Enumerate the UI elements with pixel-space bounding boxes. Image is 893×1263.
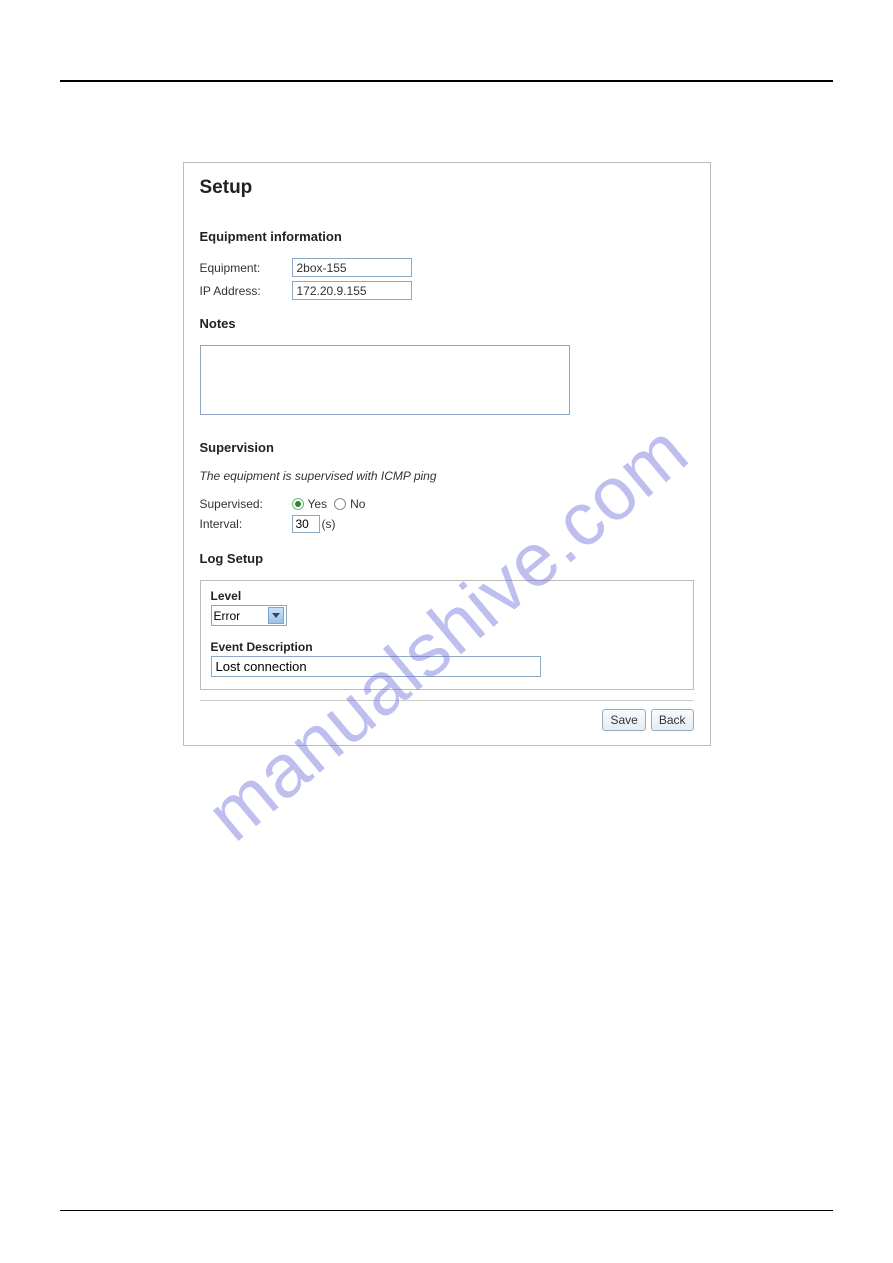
- chevron-down-icon: [268, 607, 284, 624]
- interval-input[interactable]: [292, 515, 320, 533]
- back-button[interactable]: Back: [651, 709, 694, 731]
- ip-input[interactable]: [292, 281, 412, 300]
- page-bottom-rule: [60, 1210, 833, 1211]
- level-label: Level: [211, 589, 683, 603]
- radio-yes[interactable]: [292, 498, 304, 510]
- equipment-label: Equipment:: [200, 261, 292, 275]
- notes-heading: Notes: [200, 316, 694, 331]
- ip-label: IP Address:: [200, 284, 292, 298]
- interval-unit: (s): [322, 517, 336, 531]
- radio-no-label: No: [350, 497, 365, 511]
- event-label: Event Description: [211, 640, 683, 654]
- supervised-row: Supervised: Yes No: [200, 497, 694, 511]
- log-heading: Log Setup: [200, 551, 694, 566]
- supervision-message: The equipment is supervised with ICMP pi…: [200, 469, 694, 483]
- supervised-label: Supervised:: [200, 497, 292, 511]
- level-select-value: Error: [214, 609, 241, 623]
- button-row: Save Back: [200, 709, 694, 731]
- radio-yes-label: Yes: [308, 497, 328, 511]
- page-top-rule: [60, 80, 833, 82]
- radio-no[interactable]: [334, 498, 346, 510]
- setup-panel: Setup Equipment information Equipment: I…: [183, 162, 711, 746]
- panel-divider: [200, 700, 694, 701]
- notes-textarea[interactable]: [200, 345, 570, 415]
- equipment-input[interactable]: [292, 258, 412, 277]
- supervision-heading: Supervision: [200, 440, 694, 455]
- save-button[interactable]: Save: [602, 709, 645, 731]
- panel-title: Setup: [200, 177, 694, 199]
- log-box: Level Error Event Description: [200, 580, 694, 690]
- equipment-row: Equipment:: [200, 258, 694, 277]
- interval-row: Interval: (s): [200, 515, 694, 533]
- ip-row: IP Address:: [200, 281, 694, 300]
- equipment-info-heading: Equipment information: [200, 229, 694, 244]
- level-select[interactable]: Error: [211, 605, 287, 626]
- event-description-input[interactable]: [211, 656, 541, 677]
- interval-label: Interval:: [200, 517, 292, 531]
